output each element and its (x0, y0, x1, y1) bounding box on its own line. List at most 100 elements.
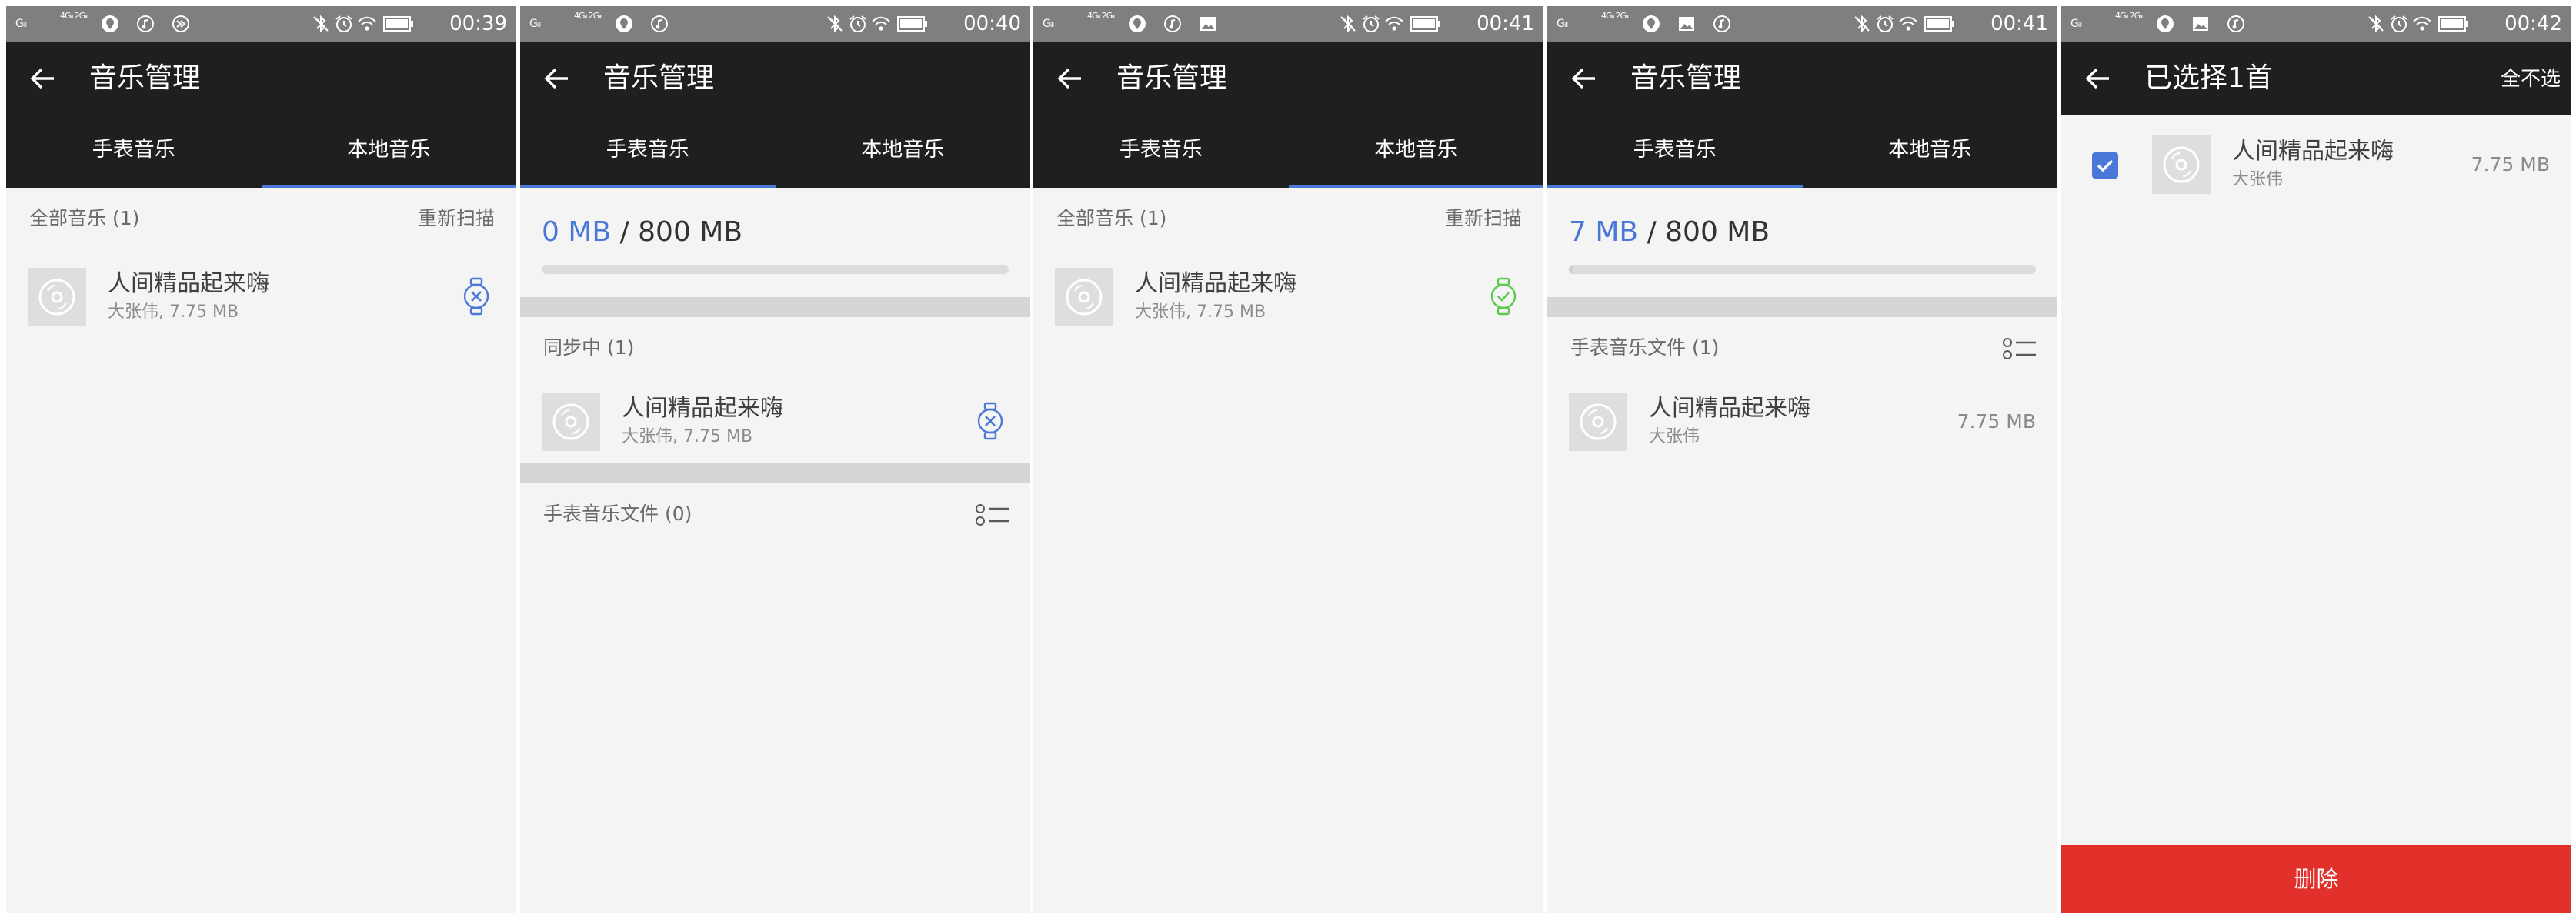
tab-local-music[interactable]: 本地音乐 (1289, 115, 1544, 185)
song-row[interactable]: 人间精品起来嗨 大张伟, 7.75 MB (6, 254, 516, 339)
signal-strength-1: Gᵢₗₗ (15, 18, 27, 30)
app-bar: 音乐管理 (520, 42, 1030, 115)
location-icon (1643, 15, 1660, 32)
section-divider (520, 463, 1030, 483)
tab-bar: 手表音乐 本地音乐 (6, 115, 516, 188)
content-area: 全部音乐 (1) 重新扫描 人间精品起来嗨 大张伟, 7.75 MB (1033, 188, 1543, 913)
status-bar: Gᵢₗₗ 4Gᵢₗₗ 2Gᵢₗₗ 00:42 (2061, 6, 2571, 42)
image-icon (2193, 17, 2208, 31)
storage-progress-fill (1569, 265, 1573, 274)
back-arrow-icon[interactable] (543, 65, 571, 92)
song-row[interactable]: 人间精品起来嗨 大张伟 7.75 MB (2061, 122, 2571, 206)
back-arrow-icon[interactable] (29, 65, 57, 92)
phone-screen-s2: Gᵢₗₗ 4Gᵢₗₗ 2Gᵢₗₗ 00:40 音乐管理 手表音乐 本地音乐 0 MB / 8… (520, 6, 1030, 913)
watch-synced-icon[interactable] (1487, 277, 1520, 316)
disc-icon (552, 403, 589, 440)
status-bar: Gᵢₗₗ 4Gᵢₗₗ 2Gᵢₗₗ 00:41 (1547, 6, 2057, 42)
bluetooth-off-icon (827, 15, 843, 33)
bluetooth-off-icon (313, 15, 329, 33)
song-row[interactable]: 人间精品起来嗨大张伟, 7.75 MB (520, 379, 1030, 463)
tab-watch-music[interactable]: 手表音乐 (520, 115, 776, 185)
album-cover (542, 393, 600, 451)
image-icon (1200, 17, 1216, 31)
song-title: 人间精品起来嗨 (2232, 138, 2394, 165)
status-time: 00:40 (963, 12, 1021, 35)
signal-strength-2: 4Gᵢₗₗ 2Gᵢₗₗ (1087, 11, 1115, 21)
section-title: 全部音乐 (1) (29, 207, 140, 229)
list-view-icon[interactable] (975, 503, 1010, 526)
battery-icon (383, 16, 413, 32)
page-title: 音乐管理 (1116, 62, 1228, 94)
signal-strength-1: Gᵢₗₗ (1557, 18, 1568, 30)
wifi-icon (358, 16, 376, 31)
tab-bar: 手表音乐 本地音乐 (1547, 115, 2057, 188)
status-bar: Gᵢₗₗ 4Gᵢₗₗ 2Gᵢₗₗ 00:41 (1033, 6, 1543, 42)
tab-watch-music[interactable]: 手表音乐 (1033, 115, 1289, 185)
rescan-button[interactable]: 重新扫描 (1445, 206, 1522, 231)
page-title: 已选择1首 (2144, 62, 2273, 94)
section-divider (520, 297, 1030, 317)
watch-cancel-sync-icon[interactable] (973, 402, 1007, 440)
alarm-icon (1363, 15, 1380, 32)
storage-usage: 7 MB / 800 MB (1569, 216, 1770, 249)
song-subtitle: 大张伟, 7.75 MB (622, 427, 753, 446)
alarm-icon (2391, 15, 2407, 32)
storage-total: / 800 MB (1647, 216, 1770, 248)
watch-cancel-sync-icon[interactable] (459, 277, 493, 316)
signal-strength-2: 4Gᵢₗₗ 2Gᵢₗₗ (60, 11, 88, 21)
bluetooth-off-icon (1340, 15, 1356, 33)
tab-bar: 手表音乐 本地音乐 (1033, 115, 1543, 188)
album-cover (1569, 393, 1627, 451)
status-time: 00:39 (449, 12, 507, 35)
tab-local-music[interactable]: 本地音乐 (262, 115, 517, 185)
signal-strength-2: 4Gᵢₗₗ 2Gᵢₗₗ (574, 11, 602, 21)
song-title: 人间精品起来嗨 (622, 395, 783, 422)
tab-watch-music[interactable]: 手表音乐 (6, 115, 262, 185)
back-arrow-icon[interactable] (1056, 65, 1084, 92)
tab-bar: 手表音乐 本地音乐 (520, 115, 1030, 188)
list-view-icon[interactable] (2002, 337, 2037, 360)
song-subtitle: 大张伟 (1649, 427, 1700, 446)
phone-screen-s4: Gᵢₗₗ 4Gᵢₗₗ 2Gᵢₗₗ 00:41 音乐管理 手表音乐 本地音乐 7 MB / 8… (1547, 6, 2057, 913)
watch-files-title: 手表音乐文件 (0) (543, 503, 692, 525)
song-row[interactable]: 人间精品起来嗨 大张伟, 7.75 MB (1033, 254, 1543, 339)
deselect-all-button[interactable]: 全不选 (2501, 68, 2561, 91)
storage-total: / 800 MB (619, 216, 743, 248)
back-arrow-icon[interactable] (2084, 65, 2112, 92)
fast-forward-icon (172, 15, 189, 32)
app-bar: 已选择1首 全不选 (2061, 42, 2571, 115)
song-subtitle: 大张伟 (2232, 170, 2284, 189)
storage-used: 7 MB (1569, 216, 1639, 248)
tab-watch-music[interactable]: 手表音乐 (1547, 115, 1803, 185)
tab-local-music[interactable]: 本地音乐 (1803, 115, 2058, 185)
watch-files-header: 手表音乐文件 (0) (520, 483, 1030, 545)
song-checkbox[interactable] (2092, 152, 2118, 179)
phone-screen-s5: Gᵢₗₗ 4Gᵢₗₗ 2Gᵢₗₗ 00:42 已选择1首 全不选 人间精品起来嗨 大张伟 7.… (2061, 6, 2571, 913)
app-bar: 音乐管理 (1033, 42, 1543, 115)
content-area: 0 MB / 800 MB 同步中 (1) 人间精品起来嗨 大张伟, 7.75 MB 手… (520, 188, 1030, 913)
song-title: 人间精品起来嗨 (108, 270, 269, 297)
battery-icon (897, 16, 927, 32)
tab-local-music[interactable]: 本地音乐 (776, 115, 1031, 185)
status-time: 00:41 (1477, 12, 1534, 35)
song-size: 7.75 MB (1957, 410, 2036, 433)
page-title: 音乐管理 (1630, 62, 1742, 94)
disc-icon (2163, 146, 2200, 183)
status-bar: Gᵢₗₗ 4Gᵢₗₗ 2Gᵢₗₗ 00:40 (520, 6, 1030, 42)
delete-button[interactable]: 删除 (2061, 845, 2571, 913)
song-row[interactable]: 人间精品起来嗨 大张伟 7.75 MB (1547, 379, 2057, 463)
wifi-icon (1899, 16, 1917, 31)
signal-strength-2: 4Gᵢₗₗ 2Gᵢₗₗ (1601, 11, 1629, 21)
syncing-header: 同步中 (1) (520, 317, 1030, 379)
album-cover (28, 268, 86, 326)
syncing-title: 同步中 (1) (543, 336, 635, 359)
alarm-icon (849, 15, 866, 32)
location-icon (1129, 15, 1146, 32)
location-icon (2157, 15, 2174, 32)
music-note-icon (651, 15, 668, 32)
album-cover (2152, 135, 2211, 194)
rescan-button[interactable]: 重新扫描 (418, 206, 495, 231)
disc-icon (38, 279, 75, 316)
back-arrow-icon[interactable] (1570, 65, 1598, 92)
alarm-icon (335, 15, 352, 32)
